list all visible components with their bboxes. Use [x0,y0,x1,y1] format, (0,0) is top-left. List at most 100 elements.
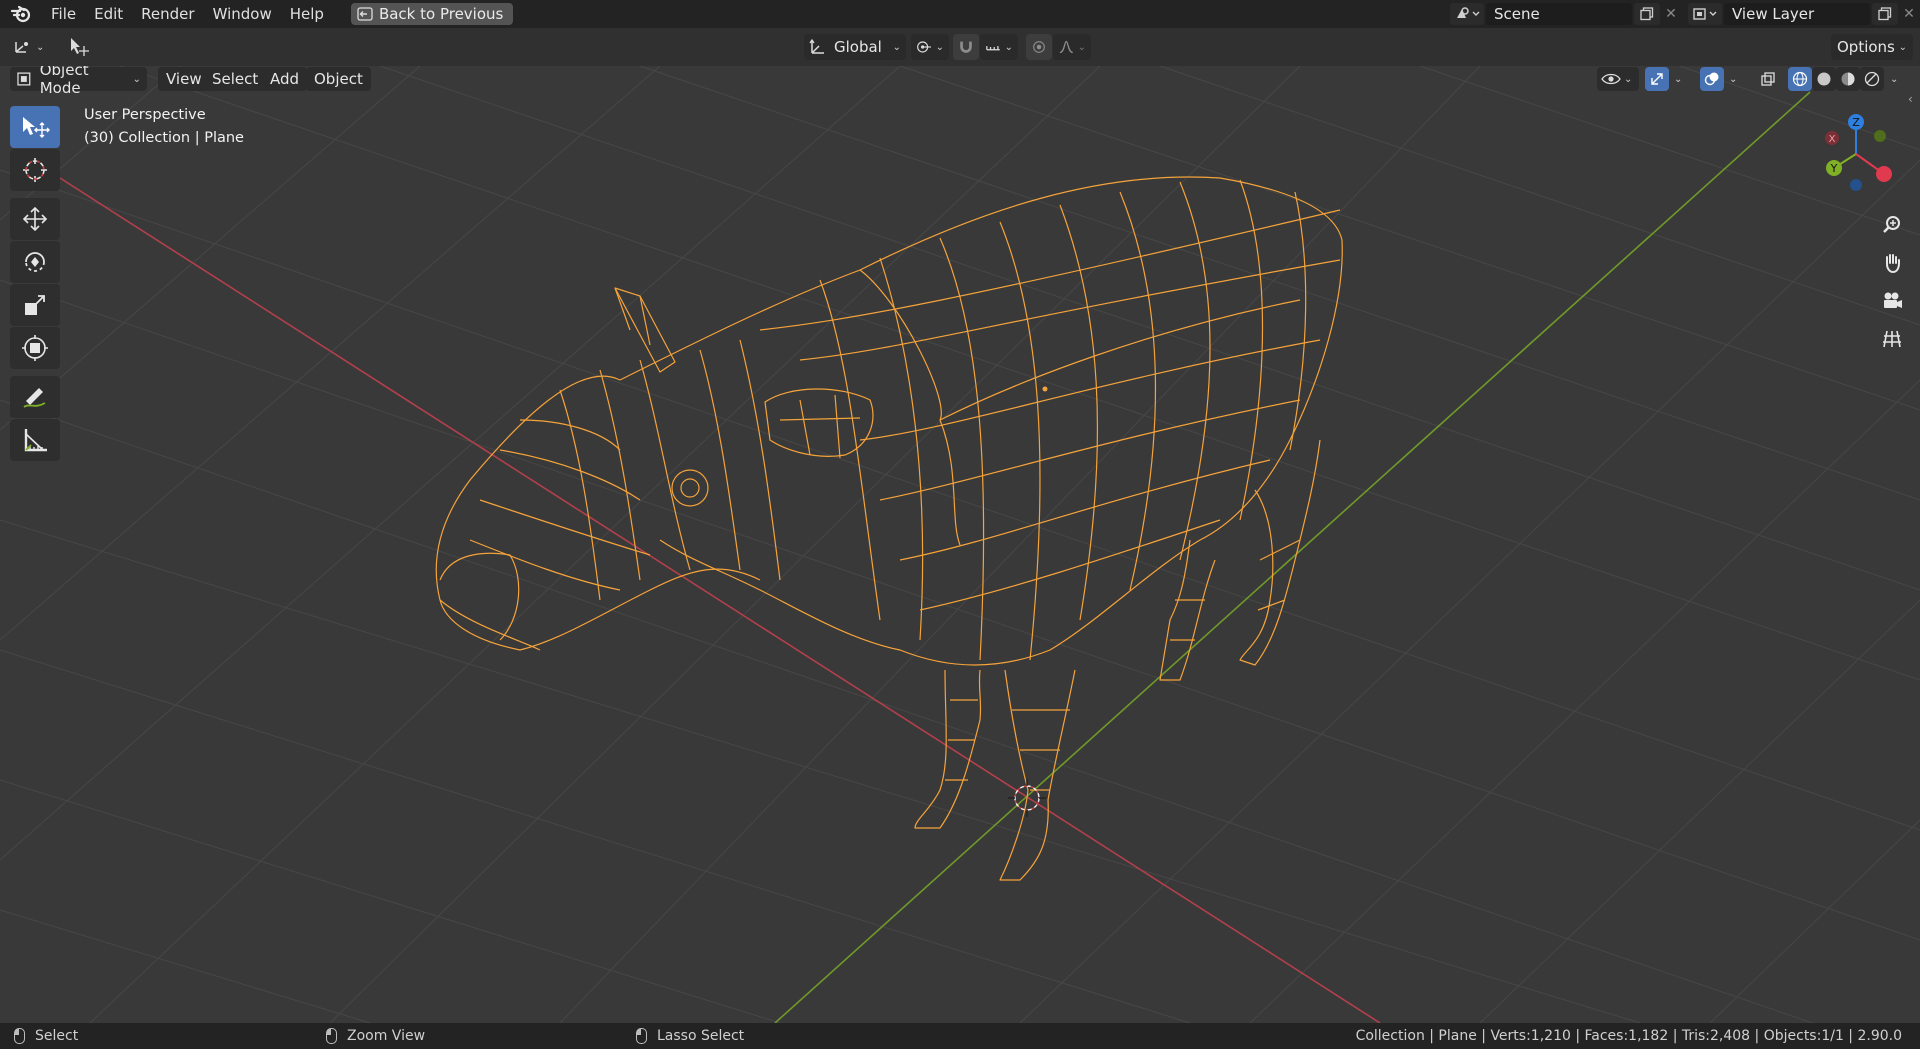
select-menu[interactable]: Select [204,67,267,91]
measure-ruler-icon [24,429,47,452]
magnet-icon [960,41,972,53]
select-tool-settings-button[interactable] [62,34,96,60]
transform-tool[interactable] [10,327,60,369]
overlay-icon [1704,72,1719,86]
solid-sphere-icon [1817,72,1831,86]
status-lasso-hint: Lasso Select [636,1028,744,1044]
view-menu[interactable]: View [158,67,210,91]
mouse-middle-icon [326,1028,337,1044]
mouse-left-icon [14,1028,25,1044]
move-tool[interactable] [10,198,60,240]
move-arrows-icon [22,206,48,232]
menu-window[interactable]: Window [204,0,281,28]
new-view-layer-icon[interactable] [1872,3,1898,25]
rotate-tool[interactable] [10,241,60,283]
editor-type-button[interactable]: ⌄ [8,34,50,60]
xray-toggle[interactable] [1756,67,1780,91]
menu-help[interactable]: Help [281,0,333,28]
mode-label: Object Mode [39,66,89,97]
shading-material-button[interactable] [1836,67,1860,91]
snap-increment-icon [986,46,1000,51]
eye-icon [1601,73,1621,85]
3d-viewport[interactable]: Object Mode ⌄ View Select Add Object ⌄ ⌄… [0,66,1920,1023]
viewport-header: Object Mode ⌄ View Select Add Object ⌄ ⌄… [0,66,1920,97]
shading-dropdown[interactable]: ⌄ [1886,67,1906,91]
3d-viewport-icon [15,42,28,53]
menu-file[interactable]: File [42,0,85,28]
xray-icon [1761,72,1775,86]
visibility-dropdown[interactable]: ⌄ [1597,67,1639,91]
transform-orientation-dropdown[interactable]: Global ⌄ [804,34,906,60]
object-mode-icon [17,72,31,86]
back-to-previous-button[interactable]: Back to Previous [350,3,514,25]
measure-tool[interactable] [10,419,60,461]
navigation-gizmo[interactable]: Z Y X [1814,112,1904,194]
rendered-sphere-icon [1864,71,1880,87]
gizmo-dropdown[interactable]: ⌄ [1670,67,1690,91]
viewport-scene[interactable] [0,66,1920,1023]
view-layer-name-field[interactable]: View Layer [1724,3,1870,25]
zoom-view-icon[interactable] [1875,208,1909,242]
shading-rendered-button[interactable] [1860,67,1884,91]
pan-view-hand-icon[interactable] [1875,246,1909,280]
menu-edit[interactable]: Edit [85,0,132,28]
scene-statistics: Collection | Plane | Verts:1,210 | Faces… [1355,1028,1902,1044]
rotate-icon [25,252,45,272]
snap-target-dropdown[interactable]: ⌄ [980,34,1018,60]
menu-render[interactable]: Render [132,0,203,28]
shading-solid-button[interactable] [1812,67,1836,91]
proportional-editing-toggle[interactable] [1026,34,1052,60]
proportional-edit-icon [1033,41,1045,53]
object-origin-dot [1042,386,1048,392]
back-icon [357,7,373,21]
cursor-tool[interactable] [10,149,60,191]
y-axis-line [774,91,1811,1023]
select-box-tool[interactable] [10,106,60,148]
toggle-ortho-grid-icon[interactable] [1875,322,1909,356]
snap-toggle[interactable] [953,34,979,60]
scene-selector-icon[interactable] [1450,3,1484,25]
proportional-falloff-dropdown[interactable]: ⌄ [1053,34,1091,60]
new-scene-icon[interactable] [1634,3,1660,25]
interaction-mode-dropdown[interactable]: Object Mode ⌄ [10,66,147,97]
scene-name-field[interactable]: Scene [1486,3,1632,25]
status-zoom-hint: Zoom View [326,1028,425,1044]
select-box-icon [23,117,50,138]
scale-tool[interactable] [10,284,60,326]
status-select-hint: Select [14,1028,78,1044]
status-bar: Select Zoom View Lasso Select Collection… [0,1023,1920,1049]
annotate-pen-icon [23,388,46,408]
object-menu[interactable]: Object [306,67,371,91]
gizmo-icon [1651,73,1663,85]
gizmo-z-label: Z [1852,116,1860,129]
wireframe-sphere-icon [1792,71,1808,87]
pivot-point-dropdown[interactable]: ⌄ [911,34,949,60]
options-dropdown[interactable]: Options ⌄ [1831,34,1913,60]
delete-view-layer-icon[interactable]: ✕ [1898,3,1920,25]
transform-icon [22,335,48,361]
pig-wireframe-mesh [435,176,1343,881]
pivot-icon [917,41,931,53]
orientation-label: Global [834,38,882,56]
blender-logo-icon[interactable] [0,0,42,28]
overlay-toggle[interactable] [1700,67,1724,91]
delete-scene-icon[interactable]: ✕ [1660,3,1682,25]
back-to-previous-label: Back to Previous [378,5,504,23]
scale-icon [25,295,45,315]
add-menu[interactable]: Add [262,67,308,91]
collection-info-label: (30) Collection | Plane [84,130,244,146]
mouse-right-icon [636,1028,647,1044]
falloff-curve-icon [1059,40,1073,54]
tool-settings-header: ⌄ Global ⌄ ⌄ ⌄ ⌄ Options ⌄ [0,28,1920,66]
status-select-label: Select [35,1028,79,1044]
cursor-move-icon [71,38,89,56]
annotate-tool[interactable] [10,376,60,418]
sidebar-toggle-arrow-icon[interactable]: ‹ [1908,92,1913,106]
gizmo-toggle[interactable] [1645,67,1669,91]
view-layer-selector-icon[interactable] [1688,3,1722,25]
camera-view-icon[interactable] [1875,284,1909,318]
3d-cursor-icon [23,158,47,182]
tool-shelf [10,106,62,462]
overlay-dropdown[interactable]: ⌄ [1725,67,1745,91]
shading-wireframe-button[interactable] [1788,67,1812,91]
